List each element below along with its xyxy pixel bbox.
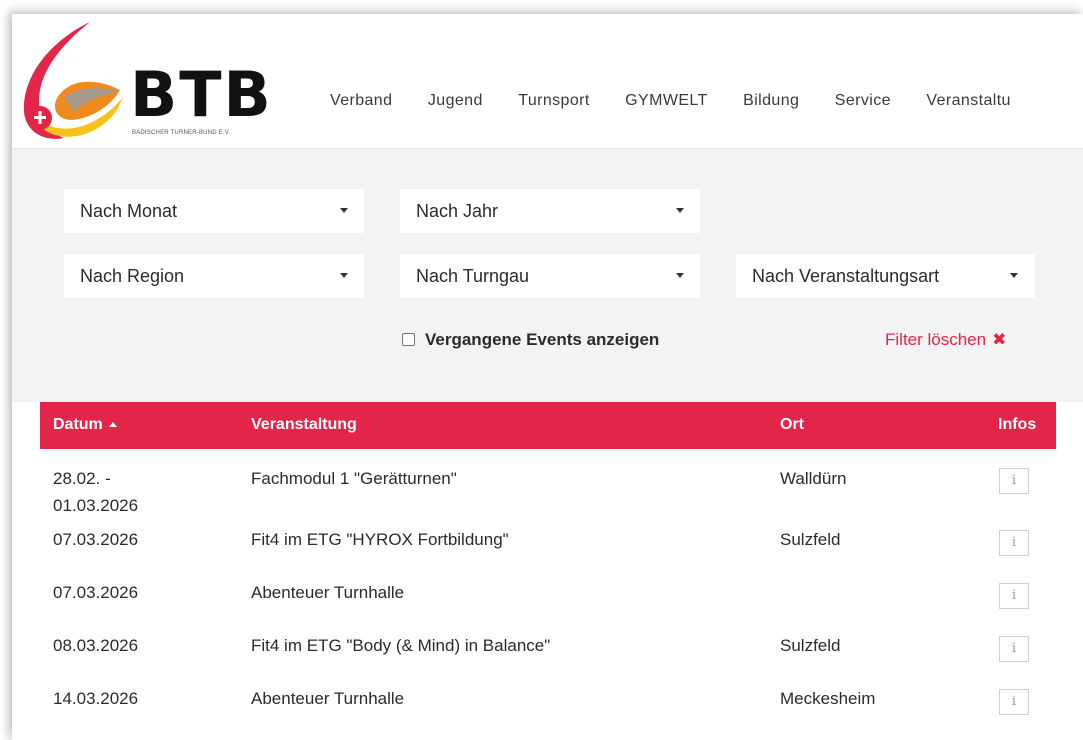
chevron-down-icon [340,208,348,213]
place-header: Ort [780,416,804,433]
close-icon: ✖ [992,330,1007,349]
chevron-down-icon [340,273,348,278]
nav-item-service[interactable]: Service [835,92,891,110]
row-date: 28.02. - [53,469,111,488]
info-icon[interactable]: i [999,689,1029,715]
year-select[interactable]: Nach Jahr [400,189,700,233]
year-select-label: Nach Jahr [416,201,499,221]
events-table: Datum Veranstaltung Ort Infos 28.02. - 0… [40,402,1056,723]
region-select-label: Nach Region [80,266,185,286]
row-date-end: 01.03.2026 [53,496,139,515]
event-type-select[interactable]: Nach Veranstaltungsart [736,254,1035,298]
table-row: 07.03.2026 Fit4 im ETG "HYROX Fortbildun… [40,524,1056,577]
row-date: 07.03.2026 [53,530,139,549]
nav-item-verband[interactable]: Verband [330,92,392,110]
brand-subtitle: BADISCHER TURNER-BUND E.V. [132,130,231,136]
date-header-label: Datum [53,416,103,433]
table-row: 08.03.2026 Fit4 im ETG "Body (& Mind) in… [40,630,1056,683]
brand-name: BTB [130,58,273,131]
row-place: Walldürn [780,469,847,488]
month-select[interactable]: Nach Monat [64,189,364,233]
past-events-label: Vergangene Events anzeigen [425,330,660,349]
filter-panel: Nach Monat Nach Jahr Nach Region Nach Tu… [12,149,1083,402]
page-frame: BTB BADISCHER TURNER-BUND E.V. Verband J… [12,14,1083,740]
row-place: Sulzfeld [780,530,841,549]
chevron-down-icon [676,208,684,213]
site-header: BTB BADISCHER TURNER-BUND E.V. Verband J… [12,14,1083,149]
event-type-select-label: Nach Veranstaltungsart [752,266,940,286]
nav-item-jugend[interactable]: Jugend [428,92,483,110]
info-icon[interactable]: i [999,468,1029,494]
row-event[interactable]: Fit4 im ETG "HYROX Fortbildung" [251,528,509,552]
table-row: 28.02. - 01.03.2026 Fachmodul 1 "Gerättu… [40,449,1056,524]
row-event[interactable]: Abenteuer Turnhalle [251,581,404,605]
info-header: Infos [998,416,1037,433]
nav-item-veranstaltungen[interactable]: Veranstaltu [926,92,1010,110]
chevron-down-icon [676,273,684,278]
row-date: 07.03.2026 [53,583,139,602]
table-row: 07.03.2026 Abenteuer Turnhalle i [40,577,1056,630]
region-select[interactable]: Nach Region [64,254,364,298]
btb-logo-icon [23,22,122,139]
event-header: Veranstaltung [251,416,357,433]
info-icon[interactable]: i [999,583,1029,609]
table-row: 14.03.2026 Abenteuer Turnhalle Meckeshei… [40,683,1056,723]
row-event[interactable]: Fachmodul 1 "Gerätturnen" [251,467,457,491]
month-select-label: Nach Monat [80,201,178,221]
nav-item-bildung[interactable]: Bildung [743,92,799,110]
row-event[interactable]: Abenteuer Turnhalle [251,687,404,711]
row-place: Meckesheim [780,689,876,708]
nav-item-gymwelt[interactable]: GYMWELT [625,92,708,110]
sort-up-icon [108,422,117,427]
clear-filter-link[interactable]: Filter löschen ✖ [885,329,1006,351]
past-events-checkbox[interactable] [402,333,415,346]
turngau-select[interactable]: Nach Turngau [400,254,700,298]
btb-logo[interactable]: BTB BADISCHER TURNER-BUND E.V. [12,20,282,145]
row-place: Sulzfeld [780,636,841,655]
row-event[interactable]: Fit4 im ETG "Body (& Mind) in Balance" [251,634,550,658]
nav-item-turnsport[interactable]: Turnsport [518,92,589,110]
info-icon[interactable]: i [999,636,1029,662]
sort-by-date-header[interactable]: Datum [53,416,117,434]
row-date: 08.03.2026 [53,636,139,655]
table-header: Datum Veranstaltung Ort Infos [40,402,1056,449]
row-date: 14.03.2026 [53,689,139,708]
clear-filter-label: Filter löschen [885,330,987,349]
past-events-toggle[interactable]: Vergangene Events anzeigen [402,329,659,351]
chevron-down-icon [1010,273,1018,278]
turngau-select-label: Nach Turngau [416,266,530,286]
info-icon[interactable]: i [999,530,1029,556]
main-nav: Verband Jugend Turnsport GYMWELT Bildung… [330,92,1042,114]
